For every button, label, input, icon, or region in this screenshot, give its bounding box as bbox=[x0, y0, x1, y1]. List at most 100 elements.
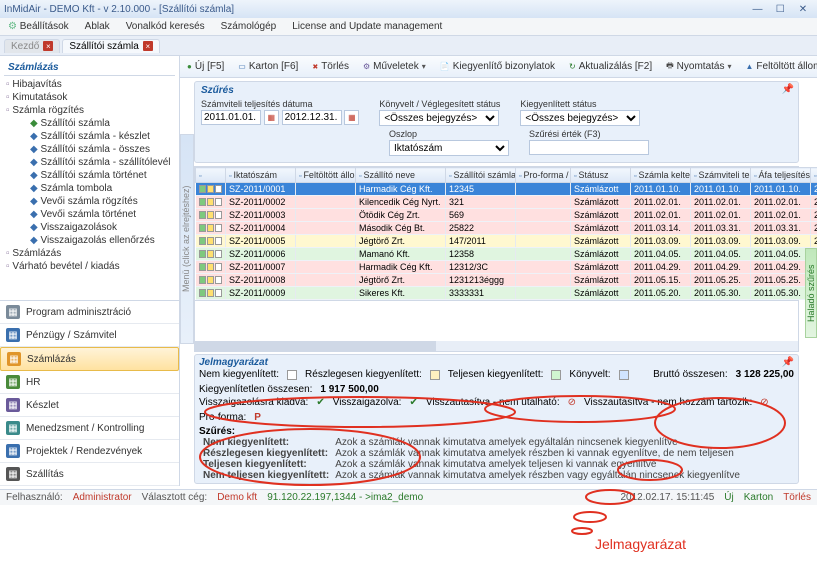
search-value-input[interactable] bbox=[529, 140, 649, 155]
pay-label: Kiegyenlített státus bbox=[520, 99, 640, 109]
table-row[interactable]: SZ-2011/0007Harmadik Cég Kft.12312/3CSzá… bbox=[196, 261, 817, 274]
grid-column-header[interactable] bbox=[196, 168, 226, 183]
legend-row1: Nem kiegyenlített:Részlegesen kiegyenlít… bbox=[199, 368, 794, 396]
toolbar: Új [F5] Karton [F6] Törlés Műveletek ▾ Kiegy… bbox=[180, 56, 817, 78]
toolbar-doc-button[interactable]: Kiegyenlítő bizonylatok bbox=[437, 60, 558, 73]
section-icon: ▦ bbox=[7, 352, 21, 366]
document-tab[interactable]: Szállítói számla× bbox=[62, 39, 159, 53]
pin-icon[interactable]: 📌 bbox=[782, 84, 794, 95]
grid-column-header[interactable]: Pro-forma / számla bbox=[516, 168, 571, 183]
pin-icon[interactable]: 📌 bbox=[782, 357, 794, 368]
sidebar-heading: Számlázás bbox=[4, 60, 175, 76]
sidebar-section[interactable]: ▦Projektek / Rendezvények bbox=[0, 440, 179, 463]
book-label: Könyvelt / Véglegesített státus bbox=[379, 99, 500, 109]
sidebar-section[interactable]: ▦Készlet bbox=[0, 394, 179, 417]
tree-node[interactable]: Kimutatások bbox=[4, 91, 175, 104]
minimize-icon[interactable]: ― bbox=[747, 4, 767, 15]
tab-close-icon[interactable]: × bbox=[43, 41, 53, 51]
tree-node[interactable]: Hibajavítás bbox=[4, 78, 175, 91]
status-card[interactable]: Karton bbox=[744, 492, 773, 503]
grid-column-header[interactable]: Számviteli teljesítés dátuma bbox=[691, 168, 751, 183]
annotation-label: Jelmagyarázat bbox=[595, 536, 686, 552]
grid-column-header[interactable]: Szállítói számla száma bbox=[446, 168, 516, 183]
grid-column-header[interactable]: Fizetési határidő bbox=[811, 168, 817, 183]
table-row[interactable]: SZ-2011/0005Jégtörő Zrt.147/2011Számlázo… bbox=[196, 235, 817, 248]
tree-node[interactable]: Visszaigazolás ellenőrzés bbox=[4, 234, 175, 247]
tree-node[interactable]: Számla tombola bbox=[4, 182, 175, 195]
tree-node[interactable]: Visszaigazolások bbox=[4, 221, 175, 234]
table-row[interactable]: SZ-2011/0001Harmadik Cég Kft.12345Számlá… bbox=[196, 183, 817, 196]
toolbar-new-button[interactable]: Új [F5] bbox=[184, 60, 227, 73]
table-row[interactable]: SZ-2011/0004Második Cég Bt.25822Számlázo… bbox=[196, 222, 817, 235]
table-row[interactable]: SZ-2011/0003Ötödik Cég Zrt.569Számlázott… bbox=[196, 209, 817, 222]
sidebar-section[interactable]: ▦Pénzügy / Számvitel bbox=[0, 324, 179, 347]
close-icon[interactable]: ✕ bbox=[793, 4, 813, 15]
section-icon: ▦ bbox=[6, 421, 20, 435]
horizontal-scrollbar[interactable] bbox=[195, 341, 798, 351]
toolbar-del-button[interactable]: Törlés bbox=[309, 60, 352, 73]
toolbar-ops-button[interactable]: Műveletek ▾ bbox=[360, 60, 429, 73]
menu-bar: BeállításokAblakVonalkód keresésSzámológ… bbox=[0, 18, 817, 36]
book-status-select[interactable]: <Összes bejegyzés> bbox=[379, 110, 499, 126]
sidebar-section[interactable]: ▦Program adminisztráció bbox=[0, 301, 179, 324]
tree-node[interactable]: Szállítói számla - összes bbox=[4, 143, 175, 156]
status-new[interactable]: Új bbox=[724, 492, 733, 503]
calendar-icon[interactable]: ▦ bbox=[264, 110, 279, 125]
document-tab[interactable]: Kezdő× bbox=[4, 39, 60, 53]
grid-column-header[interactable]: Számla kelte bbox=[631, 168, 691, 183]
toolbar-card-button[interactable]: Karton [F6] bbox=[235, 60, 301, 73]
column-label: Oszlop bbox=[389, 129, 509, 139]
table-row[interactable]: SZ-2011/0002Kilencedik Cég Nyrt.321Száml… bbox=[196, 196, 817, 209]
date-to-input[interactable] bbox=[282, 110, 342, 125]
search-label: Szűrési érték (F3) bbox=[529, 129, 649, 139]
grid-column-header[interactable]: Iktatószám bbox=[226, 168, 296, 183]
section-icon: ▦ bbox=[6, 375, 20, 389]
date-label: Számviteli teljesítés dátuma bbox=[201, 99, 359, 109]
grid-empty-area bbox=[194, 301, 799, 352]
grid-column-header[interactable]: Státusz bbox=[571, 168, 631, 183]
table-row[interactable]: SZ-2011/0006Mamanó Kft.12358Számlázott20… bbox=[196, 248, 817, 261]
status-del[interactable]: Törlés bbox=[783, 492, 811, 503]
advanced-filter-tab[interactable]: Haladó szűrés bbox=[805, 248, 817, 338]
tree-node[interactable]: Szállítói számla történet bbox=[4, 169, 175, 182]
tree-node[interactable]: Szállítói számla bbox=[4, 117, 175, 130]
tree-node[interactable]: Számla rögzítés bbox=[4, 104, 175, 117]
grid-column-header[interactable]: Szállító neve bbox=[356, 168, 446, 183]
sidebar-section[interactable]: ▦Szállítás bbox=[0, 463, 179, 486]
date-from-input[interactable] bbox=[201, 110, 261, 125]
sidebar-section[interactable]: ▦Menedzsment / Kontrolling bbox=[0, 417, 179, 440]
grid-column-header[interactable]: Feltöltött állományok bbox=[296, 168, 356, 183]
tab-close-icon[interactable]: × bbox=[143, 41, 153, 51]
toolbar-up-button[interactable]: Feltöltött állományok bbox=[742, 60, 817, 73]
table-row[interactable]: SZ-2011/0009Sikeres Kft.3333331Számlázot… bbox=[196, 287, 817, 300]
tree-node[interactable]: Szállítói számla - szállítólevél bbox=[4, 156, 175, 169]
data-grid[interactable]: IktatószámFeltöltött állományokSzállító … bbox=[194, 166, 799, 301]
maximize-icon[interactable]: ☐ bbox=[770, 4, 790, 15]
sidebar-section[interactable]: ▦HR bbox=[0, 371, 179, 394]
column-select[interactable]: Iktatószám bbox=[389, 140, 509, 156]
pay-status-select[interactable]: <Összes bejegyzés> bbox=[520, 110, 640, 126]
tree-node[interactable]: Szállítói számla - készlet bbox=[4, 130, 175, 143]
menu-item[interactable]: Vonalkód keresés bbox=[118, 21, 213, 32]
tree-node[interactable]: Vevői számla rögzítés bbox=[4, 195, 175, 208]
menu-item[interactable]: Ablak bbox=[77, 21, 118, 32]
status-time: 2012.02.17. 15:11:45 bbox=[620, 492, 714, 503]
sidebar-sections: ▦Program adminisztráció▦Pénzügy / Számvi… bbox=[0, 300, 179, 486]
table-row[interactable]: SZ-2011/0008Jégtörő Zrt.1231213égggSzáml… bbox=[196, 274, 817, 287]
menu-item[interactable]: Beállítások bbox=[0, 21, 77, 32]
toolbar-sync-button[interactable]: Aktualizálás [F2] bbox=[566, 60, 655, 73]
grid-body: SZ-2011/0001Harmadik Cég Kft.12345Számlá… bbox=[196, 183, 817, 300]
tree-node[interactable]: Várható bevétel / kiadás bbox=[4, 260, 175, 273]
legend-sub: Nem kiegyenlített: Azok a számlák vannak… bbox=[199, 437, 794, 481]
status-cust: Demo kft bbox=[217, 492, 257, 503]
grid-column-header[interactable]: Áfa teljesítés dátuma bbox=[751, 168, 811, 183]
toolbar-print-button[interactable]: Nyomtatás ▾ bbox=[663, 59, 734, 75]
menu-vertical-tab[interactable]: Menü (click az elrejtéshez) bbox=[180, 134, 194, 344]
tree-node[interactable]: Számlázás bbox=[4, 247, 175, 260]
menu-item[interactable]: License and Update management bbox=[284, 21, 450, 32]
tree-node[interactable]: Vevői számla történet bbox=[4, 208, 175, 221]
legend-title: Jelmagyarázat bbox=[199, 357, 794, 368]
menu-item[interactable]: Számológép bbox=[213, 21, 285, 32]
sidebar-section[interactable]: ▦Számlázás bbox=[0, 347, 179, 371]
calendar-icon[interactable]: ▦ bbox=[344, 110, 359, 125]
